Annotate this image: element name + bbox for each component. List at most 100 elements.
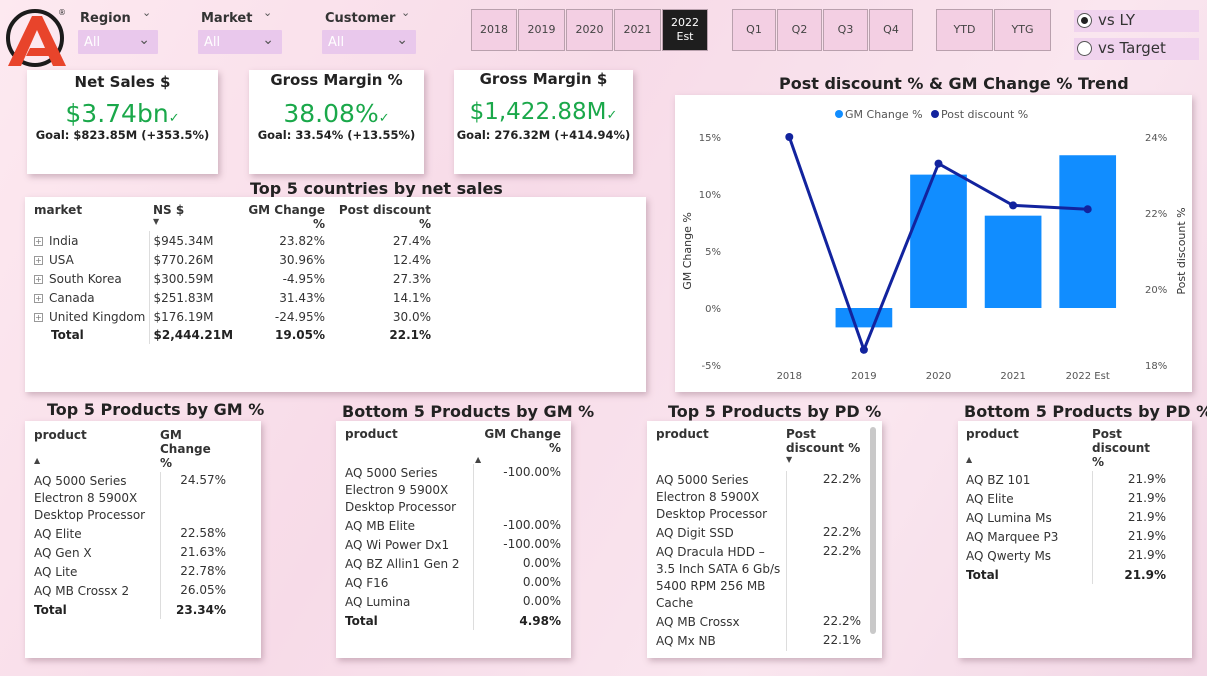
kpi-goal: Goal: $823.85M (+353.5%)	[35, 128, 210, 142]
column-header-gm-change[interactable]: GM Change % ▲	[473, 427, 561, 464]
cell-value: 21.9%	[1127, 510, 1166, 524]
column-header-post-discount[interactable]: Post discount %	[325, 203, 431, 231]
table-row[interactable]: + Canada $251.83M 31.43% 14.1%	[34, 288, 431, 307]
chevron-down-icon[interactable]: ⌄	[263, 6, 272, 19]
column-header-post-discount[interactable]: Post discount %	[1092, 427, 1166, 471]
legend-gm-change[interactable]: GM Change %	[845, 108, 923, 121]
total-row: Total 23.34%	[34, 601, 226, 619]
chevron-down-icon: ⌄	[138, 32, 150, 48]
column-header-product[interactable]: product ▲	[966, 427, 1092, 471]
table-row[interactable]: AQ MB Crossx 22.2%	[656, 613, 861, 632]
radio-vs-target-label: vs Target	[1098, 39, 1166, 57]
top-gm-title: Top 5 Products by GM %	[47, 400, 265, 419]
point-post-discount[interactable]	[1009, 201, 1018, 210]
radio-vs-ly[interactable]: vs LY	[1074, 10, 1199, 32]
ytg-button[interactable]: YTG	[994, 9, 1051, 51]
radio-selected-icon[interactable]	[1077, 13, 1092, 28]
point-post-discount[interactable]	[934, 159, 943, 168]
table-row[interactable]: AQ MB Elite -100.00%	[345, 517, 561, 536]
ytd-button[interactable]: YTD	[936, 9, 993, 51]
bar-gm-change[interactable]	[835, 308, 893, 328]
table-row[interactable]: + India $945.34M 23.82% 27.4%	[34, 231, 431, 250]
total-label: Total	[966, 566, 1093, 584]
table-row[interactable]: AQ Qwerty Ms 21.9%	[966, 547, 1166, 566]
year-button-2018[interactable]: 2018	[471, 9, 517, 51]
table-row[interactable]: AQ Wi Power Dx1 -100.00%	[345, 536, 561, 555]
chevron-down-icon[interactable]: ⌄	[401, 6, 410, 19]
table-row[interactable]: + USA $770.26M 30.96% 12.4%	[34, 250, 431, 269]
table-row[interactable]: + United Kingdom $176.19M -24.95% 30.0%	[34, 307, 431, 326]
column-header-product[interactable]: product	[345, 427, 473, 464]
customer-slicer[interactable]: Customer ⌄	[325, 6, 417, 26]
radio-unselected-icon[interactable]	[1077, 41, 1092, 56]
column-header-post-discount[interactable]: Post discount % ▼	[786, 427, 861, 471]
chevron-down-icon[interactable]: ⌄	[142, 6, 151, 19]
table-row[interactable]: AQ Elite 21.9%	[966, 490, 1166, 509]
table-row[interactable]: AQ Marquee P3 21.9%	[966, 528, 1166, 547]
kpi-card-gross-margin-pct: Gross Margin % 38.08%✓ Goal: 33.54% (+13…	[249, 70, 424, 174]
quarter-button-q4[interactable]: Q4	[869, 9, 913, 51]
expand-icon[interactable]: +	[34, 255, 43, 265]
bar-gm-change[interactable]	[910, 174, 967, 308]
table-row[interactable]: AQ Elite 22.58%	[34, 525, 226, 544]
bar-gm-change[interactable]	[984, 215, 1042, 308]
countries-table-title: Top 5 countries by net sales	[250, 179, 503, 198]
cell-value: 21.9%	[1127, 472, 1166, 486]
table-row[interactable]: AQ BZ Allin1 Gen 2 0.00%	[345, 555, 561, 574]
market-slicer[interactable]: Market ⌄	[201, 6, 281, 26]
table-row[interactable]: AQ BZ 101 21.9%	[966, 471, 1166, 490]
region-slicer[interactable]: Region ⌄	[80, 6, 160, 26]
expand-icon[interactable]: +	[34, 274, 43, 284]
table-row[interactable]: AQ Gen X 21.63%	[34, 544, 226, 563]
cell-value: 26.05%	[180, 583, 226, 597]
table-row[interactable]: AQ Lumina 0.00%	[345, 593, 561, 612]
quarter-button-q3[interactable]: Q3	[823, 9, 868, 51]
table-row[interactable]: AQ F16 0.00%	[345, 574, 561, 593]
bar-gm-change[interactable]	[1059, 155, 1117, 308]
year-button-2021[interactable]: 2021	[614, 9, 661, 51]
year-button-2022-est[interactable]: 2022 Est	[662, 9, 708, 51]
table-row[interactable]: AQ Dracula HDD – 3.5 Inch SATA 6 Gb/s 54…	[656, 543, 861, 613]
year-button-2019[interactable]: 2019	[518, 9, 565, 51]
table-row[interactable]: AQ MB Crossx 2 26.05%	[34, 582, 226, 601]
column-header-product[interactable]: product	[656, 427, 786, 471]
checkmark-icon: ✓	[168, 111, 180, 126]
table-row[interactable]: AQ Digit SSD 22.2%	[656, 524, 861, 543]
column-header-market[interactable]: market	[34, 203, 149, 231]
total-value: 4.98%	[519, 614, 561, 628]
quarter-button-q1[interactable]: Q1	[732, 9, 776, 51]
total-row: Total 21.9%	[966, 566, 1166, 584]
expand-icon[interactable]: +	[34, 312, 43, 322]
customer-dropdown[interactable]: All ⌄	[322, 30, 416, 54]
year-button-2020[interactable]: 2020	[566, 9, 613, 51]
region-dropdown[interactable]: All ⌄	[78, 30, 158, 54]
column-header-gm-change[interactable]: GM Change %	[160, 428, 226, 472]
cell-value: 21.9%	[1127, 548, 1166, 562]
point-post-discount[interactable]	[785, 133, 794, 141]
table-row[interactable]: + South Korea $300.59M -4.95% 27.3%	[34, 269, 431, 288]
legend-gm-change-icon	[835, 110, 843, 118]
legend-post-discount[interactable]: Post discount %	[941, 108, 1028, 121]
quarter-button-q2[interactable]: Q2	[777, 9, 822, 51]
table-row[interactable]: AQ Lite 22.78%	[34, 563, 226, 582]
market-dropdown[interactable]: All ⌄	[198, 30, 282, 54]
expand-icon[interactable]: +	[34, 236, 43, 246]
radio-vs-target[interactable]: vs Target	[1074, 38, 1199, 60]
column-header-gm-change[interactable]: GM Change %	[233, 203, 325, 231]
scrollbar[interactable]	[870, 427, 876, 634]
table-row[interactable]: AQ 5000 Series Electron 8 5900X Desktop …	[656, 471, 861, 524]
y-right-axis-title: Post discount %	[1175, 207, 1188, 294]
cell-product: AQ MB Crossx 2	[34, 582, 161, 601]
point-post-discount[interactable]	[859, 345, 868, 354]
expand-icon[interactable]: +	[34, 293, 43, 303]
column-header-ns[interactable]: NS $ ▼	[149, 203, 233, 231]
table-row[interactable]: AQ Lumina Ms 21.9%	[966, 509, 1166, 528]
x-tick-label: 2019	[851, 371, 876, 382]
table-row[interactable]: AQ 5000 Series Electron 8 5900X Desktop …	[34, 472, 226, 525]
column-header-product[interactable]: product ▲	[34, 428, 160, 472]
table-row[interactable]: AQ Mx NB 22.1%	[656, 632, 861, 651]
market-slicer-title: Market	[201, 11, 253, 26]
point-post-discount[interactable]	[1083, 205, 1092, 214]
cell-gm-change: 31.43%	[279, 290, 326, 305]
table-row[interactable]: AQ 5000 Series Electron 9 5900X Desktop …	[345, 464, 561, 517]
